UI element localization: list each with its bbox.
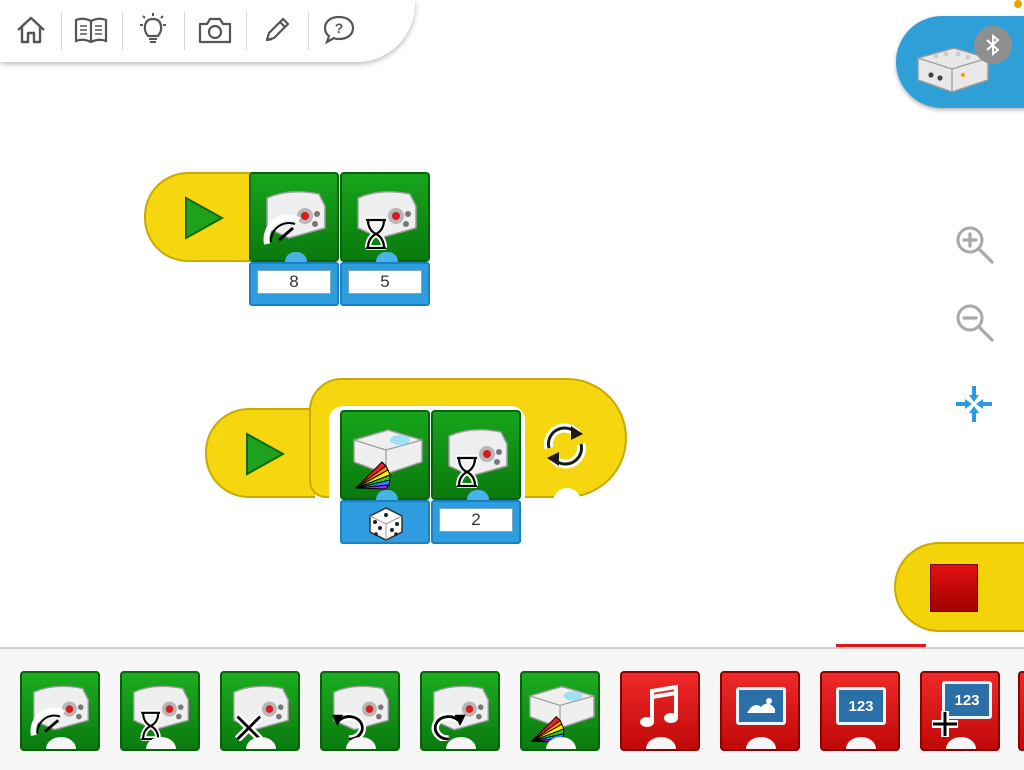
duration-value[interactable]: 5 [348, 270, 422, 294]
display-background-icon [736, 687, 786, 725]
block-palette: 123 123 [0, 647, 1024, 770]
palette-light-block[interactable] [520, 671, 600, 751]
dice-icon [369, 507, 403, 541]
play-icon [185, 196, 225, 240]
palette-motor-power-block[interactable] [20, 671, 100, 751]
duration-input[interactable]: 2 [431, 500, 521, 544]
motor-speed-icon [30, 685, 89, 736]
palette-motor-direction-left-block[interactable] [320, 671, 400, 751]
bluetooth-icon [974, 26, 1012, 64]
start-block[interactable] [205, 408, 315, 498]
start-block[interactable] [144, 172, 256, 262]
motor-power-block[interactable] [249, 172, 339, 262]
motor-hourglass-icon [448, 429, 508, 488]
stop-icon [930, 564, 978, 612]
palette-motor-on-for-block[interactable] [120, 671, 200, 751]
display-add-number-label: 123 [954, 691, 980, 709]
play-icon [246, 432, 286, 476]
random-input[interactable] [340, 500, 430, 544]
palette-next-block-partial[interactable] [1018, 671, 1024, 751]
camera-icon[interactable] [190, 8, 240, 52]
duration-value[interactable]: 2 [439, 508, 513, 532]
palette-motor-direction-right-block[interactable] [420, 671, 500, 751]
plus-icon [932, 711, 958, 737]
motor-speed-icon [263, 191, 326, 245]
palette-motor-off-block[interactable] [220, 671, 300, 751]
zoom-out-icon[interactable] [950, 298, 998, 346]
palette-sound-block[interactable] [620, 671, 700, 751]
fit-icon[interactable] [950, 380, 998, 428]
help-icon[interactable]: ? [314, 8, 364, 52]
light-color-icon [353, 429, 423, 490]
light-block[interactable] [340, 410, 430, 500]
display-number-icon: 123 [836, 687, 886, 725]
palette-display-number-block[interactable]: 123 [820, 671, 900, 751]
zoom-in-icon[interactable] [950, 220, 998, 268]
motor-counterclockwise-icon [331, 685, 389, 741]
book-icon[interactable] [66, 8, 116, 52]
motor-on-for-block[interactable] [340, 172, 430, 262]
power-input[interactable]: 8 [249, 262, 339, 306]
light-color-icon [529, 685, 595, 743]
pencil-icon[interactable] [252, 8, 302, 52]
home-icon[interactable] [6, 8, 56, 52]
lightbulb-icon[interactable] [128, 8, 178, 52]
power-value[interactable]: 8 [257, 270, 331, 294]
motor-hourglass-icon [133, 685, 189, 741]
stop-button[interactable] [894, 542, 1024, 632]
motor-clockwise-icon [431, 685, 489, 741]
svg-text:?: ? [335, 20, 344, 36]
display-number-label: 123 [848, 697, 874, 715]
motor-on-for-block[interactable] [431, 410, 521, 500]
palette-display-background-block[interactable] [720, 671, 800, 751]
top-toolbar: ? [0, 0, 415, 62]
music-note-icon [640, 684, 678, 727]
palette-display-add-number-block[interactable]: 123 [920, 671, 1000, 751]
motor-hourglass-icon [357, 191, 417, 250]
motor-off-icon [233, 685, 289, 741]
loop-icon [544, 423, 586, 469]
notification-dot [1014, 0, 1022, 8]
duration-input[interactable]: 5 [340, 262, 430, 306]
